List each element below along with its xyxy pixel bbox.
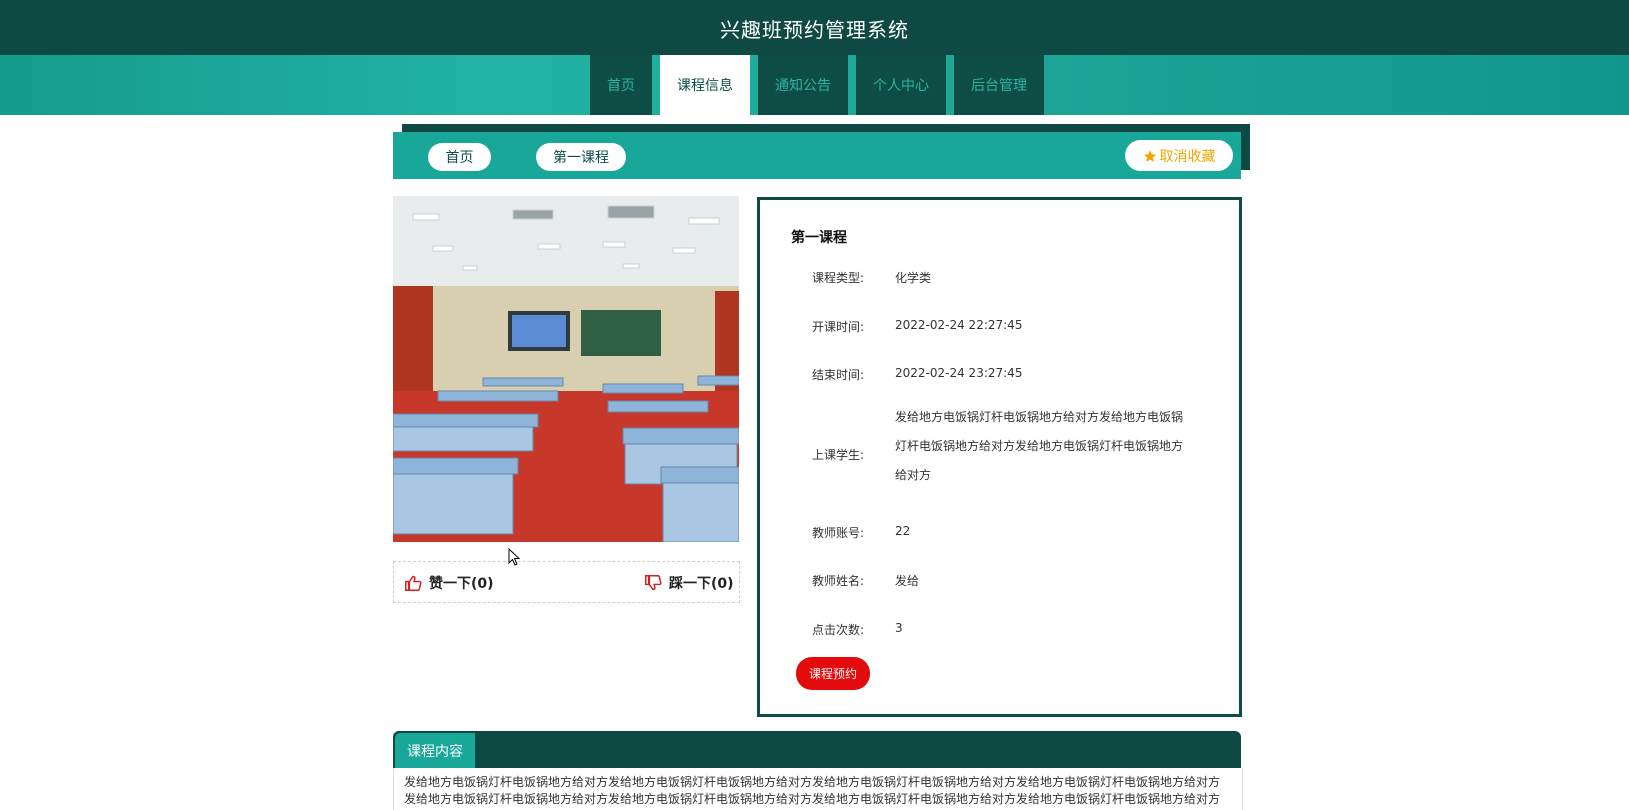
main-nav: 首页 课程信息 通知公告 个人中心 后台管理 (590, 55, 1044, 115)
breadcrumb-current[interactable]: 第一课程 (536, 143, 626, 171)
type-label: 课程类型: (812, 271, 865, 285)
nav-course-info[interactable]: 课程信息 (660, 55, 750, 115)
start-time-value: 2022-02-24 22:27:45 (895, 318, 1023, 332)
classroom-photo (393, 196, 739, 542)
star-icon (1143, 149, 1156, 162)
mouse-cursor-icon (508, 548, 520, 566)
clicks-label: 点击次数: (812, 623, 865, 637)
nav-notices[interactable]: 通知公告 (758, 55, 848, 115)
start-time-label: 开课时间: (812, 320, 865, 334)
site-title: 兴趣班预约管理系统 (720, 18, 909, 42)
tab-course-content[interactable]: 课程内容 (395, 733, 475, 768)
book-course-button[interactable]: 课程预约 (796, 657, 870, 690)
breadcrumb: 首页 第一课程 取消收藏 (393, 132, 1241, 179)
content-header: 课程内容 (393, 731, 1241, 768)
type-value: 化学类 (895, 271, 932, 285)
teacher-name-value: 发给 (895, 574, 920, 588)
teacher-account-value: 22 (895, 524, 911, 538)
dislike-label: 踩一下(0) (669, 576, 734, 592)
dislike-button[interactable]: 踩一下(0) (644, 573, 734, 593)
nav-admin[interactable]: 后台管理 (954, 55, 1044, 115)
thumbs-up-icon (405, 575, 422, 591)
teacher-name-label: 教师姓名: (812, 574, 865, 588)
course-detail-panel: 第一课程 课程类型: 化学类 开课时间: 2022-02-24 22:27:45… (757, 197, 1242, 717)
like-label: 赞一下(0) (429, 576, 494, 592)
unfavorite-label: 取消收藏 (1159, 148, 1216, 165)
course-name: 第一课程 (791, 230, 847, 246)
teacher-account-label: 教师账号: (812, 526, 865, 540)
course-content-text: 发给地方电饭锅灯杆电饭锅地方给对方发给地方电饭锅灯杆电饭锅地方给对方发给地方电饭… (404, 774, 1234, 808)
unfavorite-button[interactable]: 取消收藏 (1125, 140, 1233, 171)
students-value: 发给地方电饭锅灯杆电饭锅地方给对方发给地方电饭锅灯杆电饭锅地方给对方发给地方电饭… (895, 410, 1184, 482)
end-time-value: 2022-02-24 23:27:45 (895, 366, 1023, 380)
students-label: 上课学生: (812, 448, 865, 462)
course-image (393, 196, 739, 542)
content-line-1: 发给地方电饭锅灯杆电饭锅地方给对方发给地方电饭锅灯杆电饭锅地方给对方发给地方电饭… (404, 775, 1221, 789)
app-header: 兴趣班预约管理系统 (0, 0, 1629, 55)
breadcrumb-home[interactable]: 首页 (428, 143, 491, 171)
course-content: 发给地方电饭锅灯杆电饭锅地方给对方发给地方电饭锅灯杆电饭锅地方给对方发给地方电饭… (393, 768, 1243, 810)
thumbs-down-icon (645, 575, 662, 591)
like-button[interactable]: 赞一下(0) (404, 573, 494, 593)
content-line-2: 发给地方电饭锅灯杆电饭锅地方给对方发给地方电饭锅灯杆电饭锅地方给对方发给地方电饭… (404, 792, 1221, 806)
clicks-value: 3 (895, 621, 903, 635)
nav-personal-center[interactable]: 个人中心 (856, 55, 946, 115)
end-time-label: 结束时间: (812, 368, 865, 382)
reaction-bar: 赞一下(0) 踩一下(0) (393, 561, 740, 603)
nav-home[interactable]: 首页 (590, 55, 652, 115)
